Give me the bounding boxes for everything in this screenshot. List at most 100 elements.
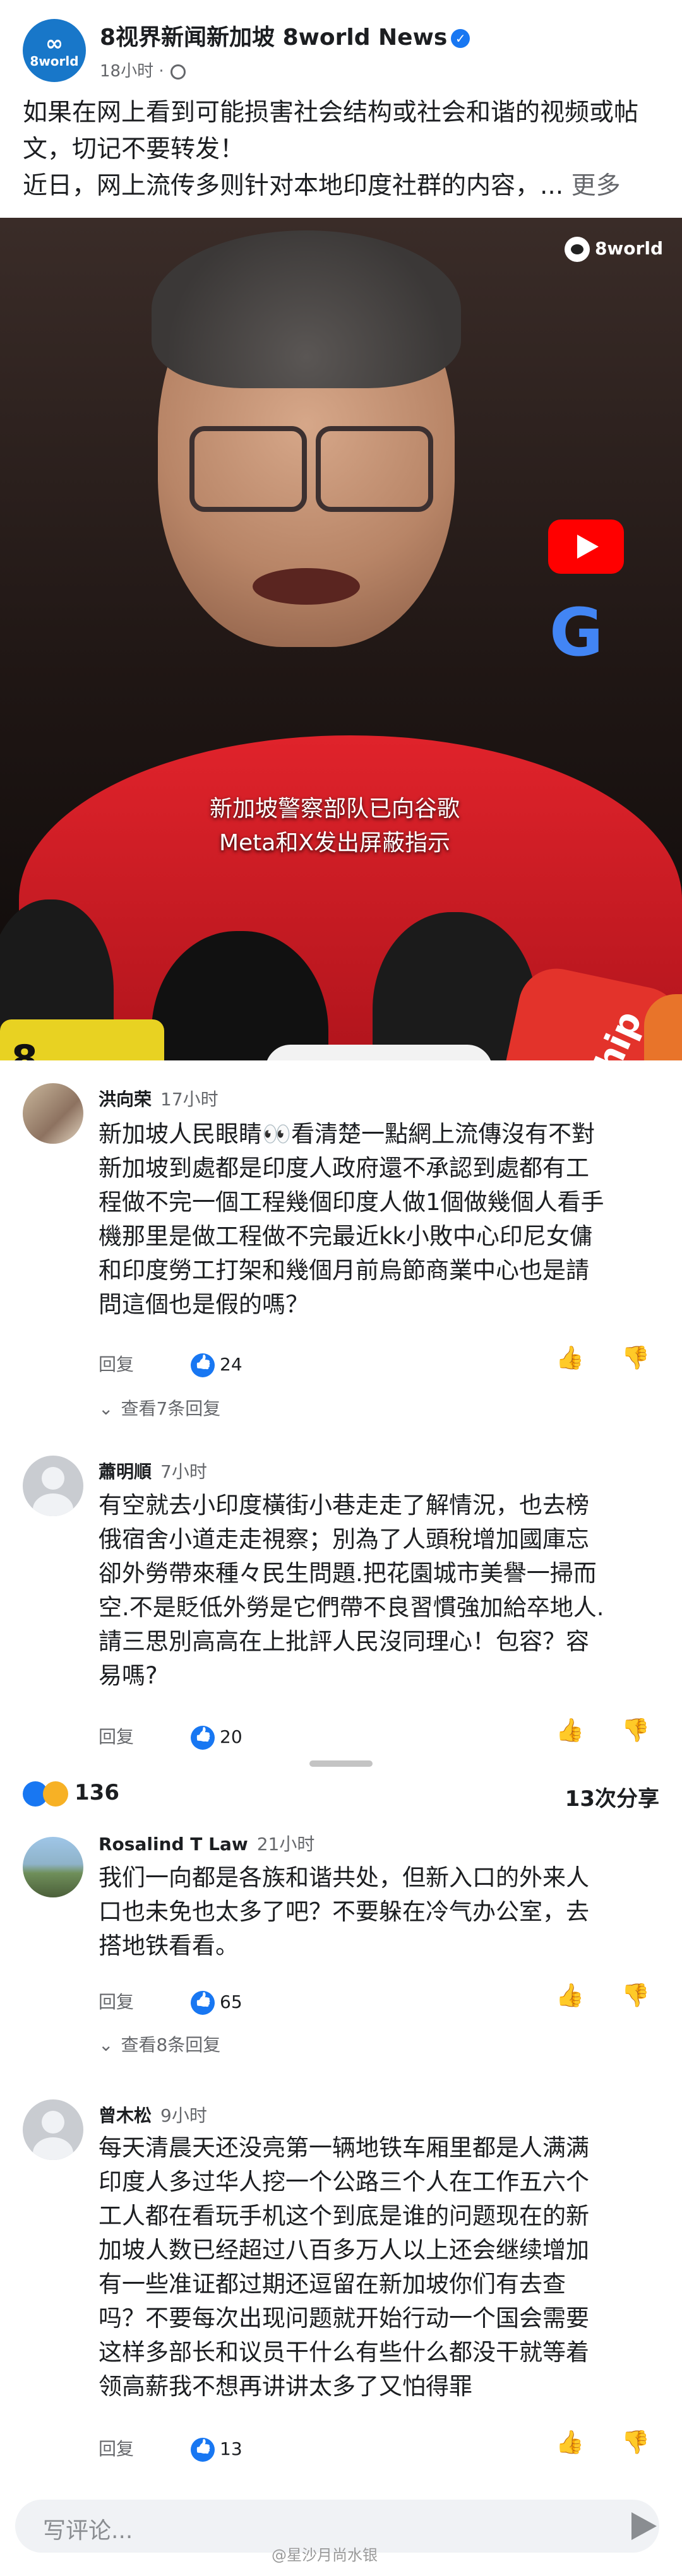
like-count: 13 <box>220 2438 242 2459</box>
comment-time: 9小时 <box>160 2105 207 2126</box>
comment-line: 卻外勞帶來種々民生問題.把花園城市美譽一掃而 <box>99 1560 597 1587</box>
comment-line: 领高薪我不想再讲讲太多了又怕得罪 <box>99 2373 472 2400</box>
commenter-name[interactable]: 曾木松 9小时 <box>99 2102 207 2127</box>
comment-line: 口也未免也太多了吧？不要躲在冷气办公室，去 <box>99 1898 589 1925</box>
page-avatar[interactable]: ∞ 8world <box>23 19 86 82</box>
comment-line: 加坡人数已经超过八百多万人以上还会继续增加 <box>99 2236 589 2264</box>
commenter-name-text[interactable]: 曾木松 <box>99 2105 152 2126</box>
view-replies-link[interactable]: 查看8条回复 <box>99 2031 220 2057</box>
comment-text: 有空就去小印度橫街小巷走走了解情況，也去榜 俄宿舍小道走走視察；別為了人頭稅增加… <box>99 1488 654 1693</box>
thumbs-up-icon[interactable]: 👍 <box>556 2429 584 2455</box>
comment-actions: 回复 24 <box>99 1351 242 1377</box>
comment-line: 每天清晨天还没亮第一辆地铁车厢里都是人满满 <box>99 2134 589 2161</box>
commenter-name-text[interactable]: Rosalind T Law <box>99 1834 248 1855</box>
mic-flag-text: 8 <box>11 1037 38 1060</box>
commenter-avatar[interactable] <box>23 1083 83 1144</box>
like-count: 20 <box>220 1726 242 1747</box>
post-text-line: 近日，网上流传多则针对本地印度社群的内容，... <box>23 172 564 200</box>
thumbs-up-icon[interactable]: 👍 <box>556 1344 584 1371</box>
comment-time: 17小时 <box>160 1089 218 1110</box>
comment-input-placeholder: 写评论... <box>43 2518 133 2544</box>
thumbs-up-icon[interactable]: 👍 <box>556 1982 584 2009</box>
globe-icon <box>170 64 186 80</box>
glasses-lens-right <box>316 426 433 512</box>
commenter-avatar[interactable] <box>23 1456 83 1516</box>
reply-button[interactable]: 回复 <box>99 1726 134 1747</box>
glasses-lens-left <box>189 426 307 512</box>
page-name[interactable]: 8视界新闻新加坡 8world News ✓ <box>100 19 470 52</box>
commenter-name-text[interactable]: 蕭明順 <box>99 1461 152 1482</box>
image-watermark: @星沙月尚水银 <box>272 2546 378 2564</box>
comment-line: 有空就去小印度橫街小巷走走了解情況，也去榜 <box>99 1492 589 1519</box>
view-replies-link[interactable]: 查看7条回复 <box>99 1395 220 1420</box>
commenter-avatar[interactable] <box>23 1837 83 1897</box>
comment-line: 新加坡人民眼睛👀看清楚一點網上流傳沒有不對 <box>99 1120 595 1148</box>
speaker-mouth <box>253 568 360 605</box>
post-time: 18小时 <box>100 62 154 81</box>
comment-time: 21小时 <box>256 1834 315 1855</box>
speaker-hair <box>152 230 461 388</box>
like-icon <box>191 2438 215 2462</box>
page-name-text[interactable]: 8视界新闻新加坡 8world News <box>100 25 447 50</box>
commenter-name[interactable]: Rosalind T Law 21小时 <box>99 1831 314 1856</box>
mic-flag-text: mothership <box>520 1005 650 1060</box>
comment-line: 俄宿舍小道走走視察；別為了人頭稅增加國庫忘 <box>99 1526 589 1553</box>
comment-line: 我们一向都是各族和谐共处，但新入口的外来人 <box>99 1864 589 1891</box>
comment-line: 空.不是貶低外勞是它們帶不良習慣強加給卒地人. <box>99 1594 604 1621</box>
youtube-logo-icon <box>548 519 624 574</box>
comment-actions: 回复 20 <box>99 1723 242 1750</box>
8world-logo-icon: ∞ <box>45 31 64 56</box>
video-watermark-text: 8world <box>594 238 663 259</box>
comment-line: 工人都在看玩手机这个到底是谁的问题现在的新 <box>99 2202 589 2229</box>
commenter-avatar[interactable] <box>23 2099 83 2160</box>
haha-reaction-icon <box>43 1781 68 1807</box>
comment-actions: 回复 13 <box>99 2435 242 2462</box>
commenter-name[interactable]: 蕭明順 7小时 <box>99 1458 207 1483</box>
video-subtitle: 新加坡警察部队已向谷歌 Meta和X发出屏蔽指示 <box>183 792 486 860</box>
post-text: 如果在网上看到可能损害社会结构或社会和谐的视频或帖文，切记不要转发！ 近日，网上… <box>23 95 661 205</box>
comment-line: 印度人多过华人挖一个公路三个人在工作五六个 <box>99 2168 589 2195</box>
reaction-summary[interactable]: 136 <box>23 1780 119 1807</box>
thumbs-down-icon[interactable]: 👎 <box>621 1717 650 1743</box>
comment-line: 程做不完一個工程幾個印度人做1個做幾個人看手 <box>99 1189 604 1216</box>
comment-line: 機那里是做工程做不完最近kk小敗中心印尼女傭 <box>99 1223 593 1250</box>
comment-line: 易嗎? <box>99 1662 158 1689</box>
comment-line: 这样多部长和议员干什么有些什么都没干就等着 <box>99 2339 589 2366</box>
comment-line: 新加坡到處都是印度人政府還不承認到處都有工 <box>99 1154 589 1182</box>
thumbs-up-icon[interactable]: 👍 <box>556 1717 584 1743</box>
comment-text: 新加坡人民眼睛👀看清楚一點網上流傳沒有不對 新加坡到處都是印度人政府還不承認到處… <box>99 1117 654 1322</box>
like-icon <box>191 1353 215 1377</box>
comment-actions: 回复 65 <box>99 1988 242 2015</box>
like-count: 65 <box>220 1991 242 2012</box>
like-icon <box>191 1991 215 2015</box>
like-count: 24 <box>220 1354 242 1375</box>
avatar-label: 8world <box>30 54 79 69</box>
sheet-handle[interactable] <box>309 1760 373 1767</box>
video-player[interactable]: 8 mothership 8world G 新加坡警察部队已向谷歌 Meta和X… <box>0 218 682 1060</box>
commenter-name-text[interactable]: 洪向荣 <box>99 1089 152 1110</box>
subtitle-line: 新加坡警察部队已向谷歌 <box>209 796 460 822</box>
comment-line: 吗？不要每次出现问题就开始行动一个国会需要 <box>99 2305 589 2332</box>
see-more-link[interactable]: 更多 <box>571 172 621 200</box>
video-watermark: 8world <box>564 237 663 262</box>
post-meta: 18小时 · <box>100 58 186 81</box>
comment-text: 我们一向都是各族和谐共处，但新入口的外来人 口也未免也太多了吧？不要躲在冷气办公… <box>99 1861 654 1963</box>
comment-time: 7小时 <box>160 1461 207 1482</box>
thumbs-down-icon[interactable]: 👎 <box>621 2429 650 2455</box>
comment-line: 請三思別高高在上批評人民沒同理心！包容？容 <box>99 1628 589 1655</box>
thumbs-down-icon[interactable]: 👎 <box>621 1982 650 2009</box>
verified-badge-icon: ✓ <box>451 29 470 48</box>
google-logo-icon: G <box>549 594 604 671</box>
commenter-name[interactable]: 洪向荣 17小时 <box>99 1086 218 1111</box>
reaction-count: 136 <box>75 1780 119 1805</box>
reply-button[interactable]: 回复 <box>99 2438 134 2459</box>
share-count[interactable]: 13次分享 <box>565 1781 659 1812</box>
post-text-line: 如果在网上看到可能损害社会结构或社会和谐的视频或帖文，切记不要转发！ <box>23 98 639 163</box>
thumbs-down-icon[interactable]: 👎 <box>621 1344 650 1371</box>
send-icon[interactable] <box>631 2512 657 2540</box>
reply-button[interactable]: 回复 <box>99 1354 134 1375</box>
comment-line: 問這個也是假的嗎？ <box>99 1291 309 1318</box>
like-icon <box>191 1726 215 1750</box>
reply-button[interactable]: 回复 <box>99 1991 134 2012</box>
comment-line: 搭地铁看看。 <box>99 1932 239 1959</box>
